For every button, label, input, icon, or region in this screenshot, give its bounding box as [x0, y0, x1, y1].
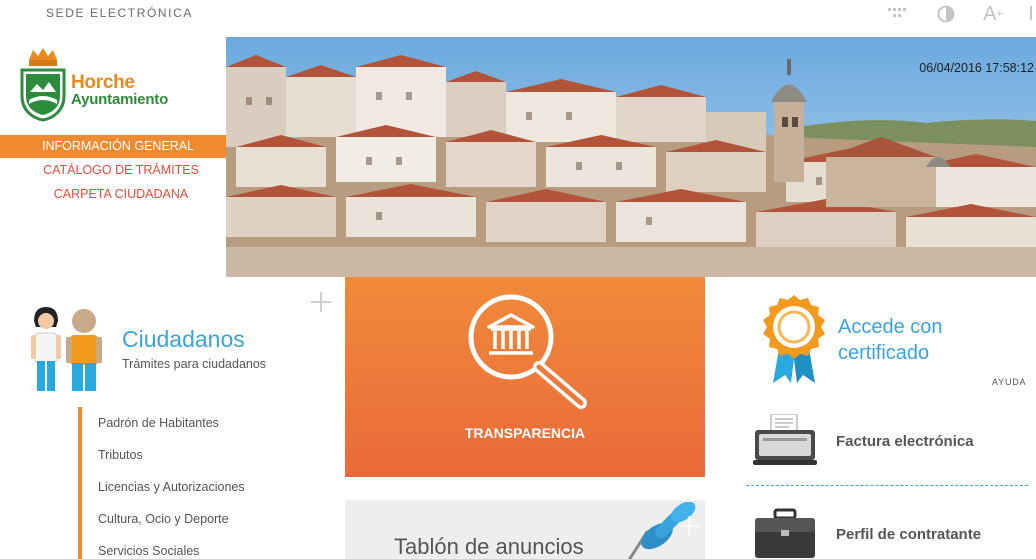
main-nav: INFORMACIÓN GENERAL CATÁLOGO DE TRÁMITES… — [0, 135, 226, 206]
horche-logo[interactable]: Horche Ayuntamiento — [19, 46, 199, 122]
grid-icon[interactable] — [886, 4, 908, 24]
nav-item-carpeta-ciudadana[interactable]: CARPETA CIUDADANA — [0, 182, 226, 206]
town-panorama-image — [226, 37, 1036, 277]
factura-electronica-link[interactable]: Factura electrónica — [836, 433, 974, 450]
list-item-licencias[interactable]: Licencias y Autorizaciones — [82, 471, 318, 503]
magnifier-building-icon — [468, 294, 587, 409]
tablon-label: Tablón de anuncios — [394, 534, 584, 559]
nav-item-informacion-general[interactable]: INFORMACIÓN GENERAL — [0, 135, 226, 158]
expand-plus-icon[interactable] — [311, 292, 331, 312]
woman-figure — [31, 307, 61, 391]
tablon-anuncios-tile[interactable]: Tablón de anuncios — [345, 500, 705, 559]
ayuda-link[interactable]: AYUDA — [992, 377, 1026, 387]
transparencia-tile[interactable]: TRANSPARENCIA — [345, 277, 705, 477]
invoice-machine-icon — [753, 413, 817, 466]
logo-name: Horche — [71, 72, 135, 93]
perfil-contratante-link[interactable]: Perfil de contratante — [836, 526, 981, 543]
ciudadanos-subtitle: Trámites para ciudadanos — [122, 357, 267, 371]
certificado-title[interactable]: Accede con certificado — [838, 314, 988, 366]
certificate-badge-icon[interactable] — [759, 293, 829, 385]
font-size-icon[interactable]: A + — [982, 3, 1004, 25]
ciudadanos-title[interactable]: Ciudadanos — [122, 326, 245, 353]
datetime-display: 06/04/2016 17:58:12 — [919, 61, 1034, 75]
divider — [746, 485, 1028, 486]
man-figure — [66, 309, 102, 391]
ciudadanos-list: Padrón de Habitantes Tributos Licencias … — [78, 407, 318, 559]
hero-photo: 06/04/2016 17:58:12 — [226, 37, 1036, 277]
contrast-icon[interactable] — [935, 4, 957, 24]
logo-subtitle: Ayuntamiento — [71, 91, 169, 108]
nav-item-catalogo-tramites[interactable]: CATÁLOGO DE TRÁMITES — [0, 158, 226, 182]
coat-of-arms-icon — [20, 48, 66, 122]
list-item-cultura[interactable]: Cultura, Ocio y Deporte — [82, 503, 318, 535]
push-pin-icon — [627, 502, 699, 559]
logo-text: Horche Ayuntamiento — [71, 72, 169, 108]
list-item-padron[interactable]: Padrón de Habitantes — [82, 407, 318, 439]
top-bar: SEDE ELECTRÓNICA A + — [0, 0, 1036, 37]
transparencia-label: TRANSPARENCIA — [464, 425, 586, 441]
list-item-servicios-sociales[interactable]: Servicios Sociales — [82, 535, 318, 559]
citizens-icon — [26, 305, 106, 395]
toolbar-edge-mark — [1030, 6, 1032, 20]
briefcase-icon — [753, 508, 817, 559]
site-label: SEDE ELECTRÓNICA — [46, 6, 193, 20]
list-item-tributos[interactable]: Tributos — [82, 439, 318, 471]
